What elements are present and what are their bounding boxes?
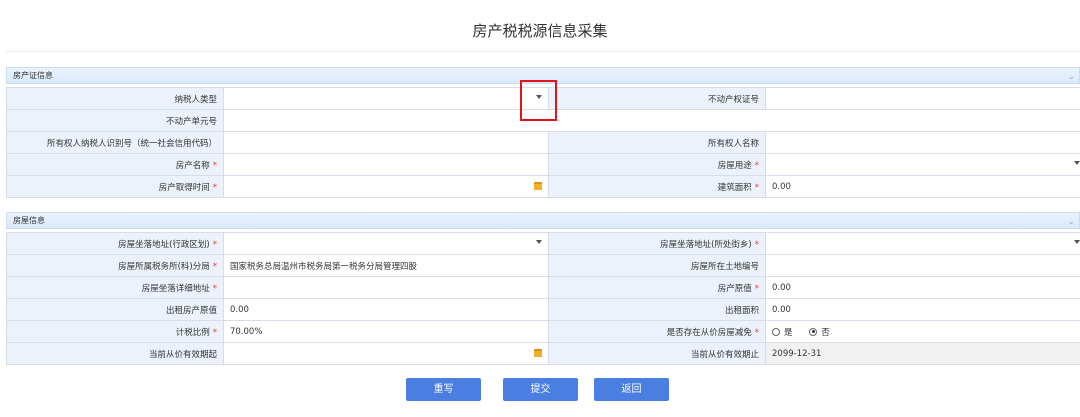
rent-original-value-label: 出租房产原值 [6,298,224,321]
caret-down-icon[interactable] [1074,161,1080,165]
land-no-input[interactable] [765,254,1080,277]
required-mark: * [754,327,759,338]
required-mark: * [754,160,759,171]
detail-address-label: 房屋坐落详细地址 * [6,276,224,299]
original-value-label: 房产原值 * [548,276,766,299]
house-info-form: 房屋坐落地址(行政区划) * 房屋坐落地址(所处街乡) * 房屋所属税务所(科)分局… [6,232,1080,365]
required-mark: * [754,283,759,294]
detail-address-input[interactable] [223,276,549,299]
calendar-icon[interactable] [534,349,542,357]
owner-id-label: 所有权人纳税人识别号（统一社会信用代码） [6,131,224,154]
owner-id-input[interactable] [223,131,549,154]
rent-area-input[interactable]: 0.00 [765,298,1080,321]
radio-unchecked-icon[interactable] [772,327,780,336]
taxpayer-type-label: 纳税人类型 [6,87,224,110]
realty-unit-no-input[interactable] [223,109,1080,132]
location-district-select[interactable] [223,232,549,255]
tax-office-label: 房屋所属税务所(科)分局 * [6,254,224,277]
property-name-input[interactable] [223,153,549,176]
caret-down-icon[interactable] [536,240,542,244]
highlight-annotation-box [520,80,557,121]
house-use-label: 房屋用途 * [548,153,766,176]
tax-ratio-input[interactable]: 70.00% [223,320,549,343]
owner-name-input[interactable] [765,131,1080,154]
page-title: 房产税税源信息采集 [472,22,608,40]
location-street-label: 房屋坐落地址(所处街乡) * [548,232,766,255]
valid-from-label: 当前从价有效期起 [6,342,224,365]
tax-ratio-label: 计税比例 * [6,320,224,343]
original-value-input[interactable]: 0.00 [765,276,1080,299]
required-mark: * [212,182,217,193]
land-no-label: 房屋所在土地编号 [548,254,766,277]
required-mark: * [754,239,759,250]
required-mark: * [212,239,217,250]
title-divider [6,51,1080,52]
radio-checked-icon[interactable] [809,327,818,336]
tax-office-value: 国家税务总局温州市税务局第一税务分局管理四股 [223,254,549,277]
taxpayer-type-select[interactable] [223,87,549,110]
location-district-label: 房屋坐落地址(行政区划) * [6,232,224,255]
owner-name-label: 所有权人名称 [548,131,766,154]
relief-radio-group: 是 否 [765,320,1080,343]
acquire-time-label: 房产取得时间 * [6,175,224,198]
realty-cert-no-input[interactable] [765,87,1080,110]
chevron-down-icon[interactable]: ⌄ [1067,72,1075,82]
floor-area-label: 建筑面积 * [548,175,766,198]
floor-area-input[interactable]: 0.00 [765,175,1080,198]
location-street-select[interactable] [765,232,1080,255]
relief-radio-no[interactable]: 否 [809,327,830,338]
required-mark: * [212,327,217,338]
relief-label: 是否存在从价房屋减免 * [548,320,766,343]
valid-to-label: 当前从价有效期止 [548,342,766,365]
reset-button[interactable]: 重写 [406,378,481,401]
caret-down-icon[interactable] [1074,240,1080,244]
required-mark: * [212,160,217,171]
property-name-label: 房产名称 * [6,153,224,176]
acquire-time-input[interactable] [223,175,549,198]
calendar-icon[interactable] [534,182,542,190]
realty-unit-no-label: 不动产单元号 [6,109,224,132]
section-header-house-info[interactable]: 房屋信息 ⌄ [6,212,1080,229]
house-use-select[interactable] [765,153,1080,176]
chevron-down-icon[interactable]: ⌄ [1067,217,1075,227]
valid-from-input[interactable] [223,342,549,365]
required-mark: * [212,283,217,294]
required-mark: * [212,261,217,272]
submit-button[interactable]: 提交 [503,378,578,401]
section-title: 房屋信息 [13,216,45,225]
rent-area-label: 出租面积 [548,298,766,321]
valid-to-value: 2099-12-31 [765,342,1080,365]
required-mark: * [754,182,759,193]
rent-original-value-input[interactable]: 0.00 [223,298,549,321]
back-button[interactable]: 返回 [594,378,669,401]
relief-radio-yes[interactable]: 是 [772,327,793,338]
section-title: 房产证信息 [13,71,53,80]
realty-cert-no-label: 不动产权证号 [548,87,766,110]
